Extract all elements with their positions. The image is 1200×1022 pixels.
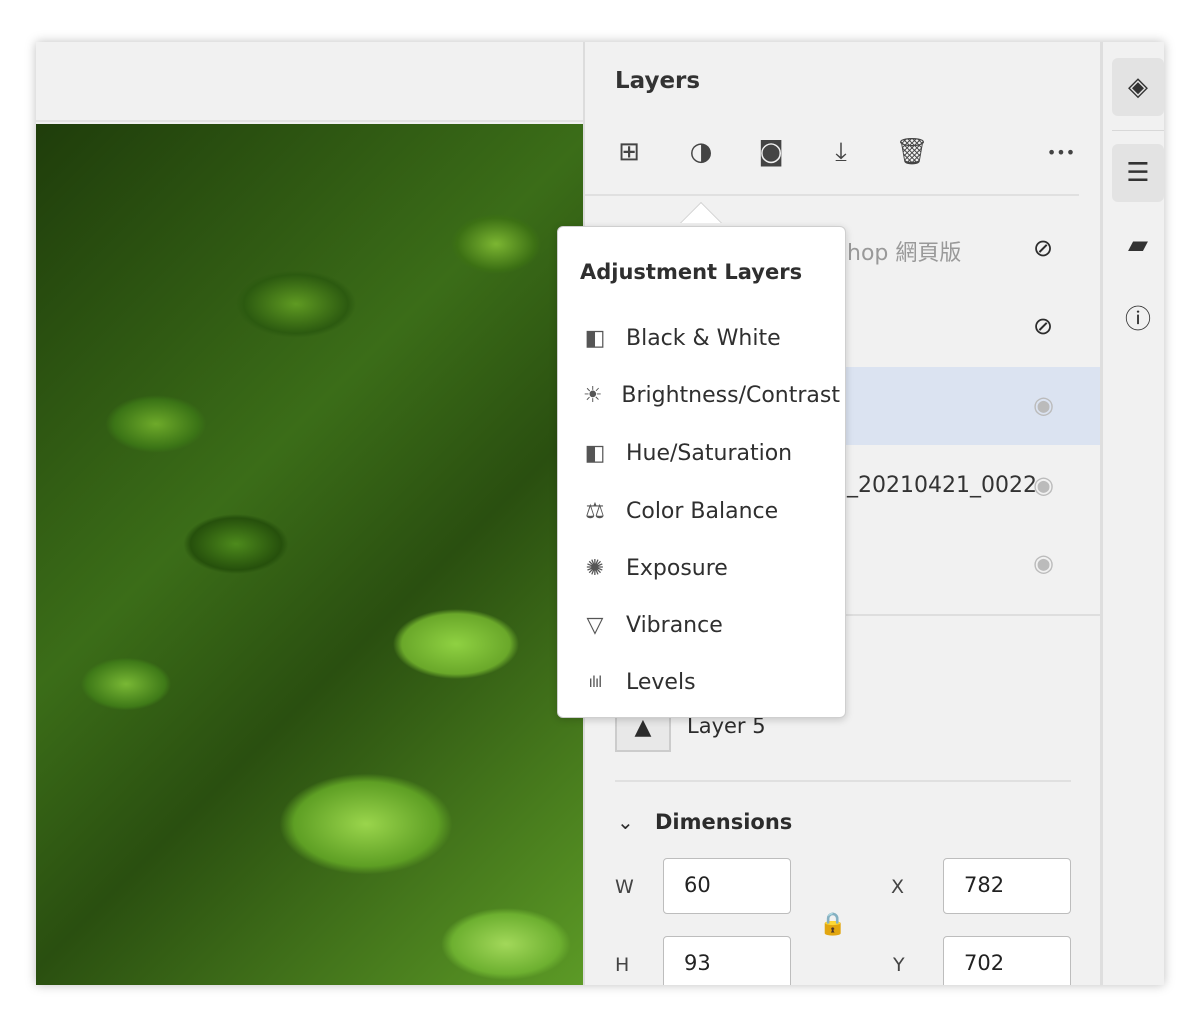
x-input[interactable]: 782	[943, 858, 1071, 914]
menu-item-label: Black & White	[626, 325, 781, 351]
canvas-header	[36, 42, 583, 122]
menu-item-label: Vibrance	[626, 612, 723, 638]
layer-name: _20210421_0022	[847, 473, 1037, 498]
w-label: W	[615, 876, 634, 898]
add-layer-button[interactable]: ⊞	[611, 134, 647, 170]
sliders-icon: ☰	[1126, 158, 1150, 188]
menu-item-color-balance[interactable]: ⚖ Color Balance	[580, 491, 840, 531]
aperture-icon: ✺	[585, 555, 605, 581]
menu-title: Adjustment Layers	[580, 260, 803, 284]
dimensions-title: Dimensions	[655, 810, 793, 834]
eye-hidden-icon[interactable]: ⊘	[1033, 312, 1053, 340]
adjustment-layers-menu: Adjustment Layers ◧ Black & White ☀ Bright…	[557, 226, 846, 718]
divider	[615, 780, 1071, 782]
properties-button[interactable]: ☰	[1112, 144, 1164, 202]
eye-icon[interactable]: ◉	[1033, 549, 1054, 577]
menu-item-hue-saturation[interactable]: ◧ Hue/Saturation	[580, 433, 840, 473]
scales-icon: ⚖	[585, 498, 605, 524]
menu-item-black-white[interactable]: ◧ Black & White	[580, 318, 840, 358]
menu-item-label: Color Balance	[626, 498, 779, 524]
h-label: H	[615, 954, 630, 976]
panel-title: Layers	[615, 68, 701, 94]
lock-aspect-icon[interactable]: 🔒	[819, 912, 846, 937]
chevron-down-icon[interactable]: ⌄	[617, 810, 634, 834]
eye-hidden-icon[interactable]: ⊘	[1033, 234, 1053, 262]
more-icon: •••	[1046, 142, 1076, 162]
mask-button[interactable]: ◙	[753, 134, 789, 170]
clip-button[interactable]: ⤓	[823, 134, 859, 170]
trash-icon: 🗑	[895, 137, 929, 167]
menu-item-vibrance[interactable]: ▽ Vibrance	[580, 605, 840, 645]
histogram-icon: ılıl	[588, 673, 603, 691]
layers-panel-button[interactable]: ◈	[1112, 58, 1164, 116]
menu-item-label: Levels	[626, 669, 696, 695]
add-icon: ⊞	[618, 137, 640, 167]
menu-item-exposure[interactable]: ✺ Exposure	[580, 548, 840, 588]
y-input[interactable]: 702	[943, 936, 1071, 985]
toolbar-divider	[585, 194, 1079, 196]
eye-icon[interactable]: ◉	[1033, 471, 1054, 499]
width-input[interactable]: 60	[663, 858, 791, 914]
delete-button[interactable]: 🗑	[894, 134, 930, 170]
mask-icon: ◙	[758, 137, 784, 167]
black-white-icon: ◧	[584, 325, 606, 351]
menu-item-label: Exposure	[626, 555, 728, 581]
info-icon: ⓘ	[1124, 304, 1151, 335]
comment-icon: ▰	[1128, 230, 1148, 260]
comments-button[interactable]: ▰	[1112, 216, 1164, 274]
clip-icon: ⤓	[835, 136, 847, 167]
adjustment-layer-button[interactable]: ◑	[683, 134, 719, 170]
menu-item-label: Brightness/Contrast	[621, 382, 840, 408]
y-label: Y	[893, 954, 905, 976]
menu-item-label: Hue/Saturation	[626, 440, 793, 466]
info-button[interactable]: ⓘ	[1112, 288, 1164, 346]
canvas-image[interactable]	[36, 124, 583, 985]
menu-item-brightness-contrast[interactable]: ☀ Brightness/Contrast	[580, 375, 840, 415]
x-label: X	[891, 876, 905, 898]
height-input[interactable]: 93	[663, 936, 791, 985]
menu-item-levels[interactable]: ılıl Levels	[580, 662, 840, 702]
eye-icon[interactable]: ◉	[1033, 391, 1054, 419]
hue-saturation-icon: ◧	[584, 440, 606, 466]
layers-icon: ◈	[1128, 72, 1148, 102]
divider	[1112, 130, 1164, 131]
triangle-icon: ▽	[586, 612, 604, 638]
right-sidebar: ◈ ☰ ▰ ⓘ	[1103, 42, 1164, 985]
layer-name: hop 網頁版	[847, 241, 962, 266]
brightness-icon: ☀	[582, 382, 603, 408]
adjustment-icon: ◑	[689, 137, 713, 167]
more-button[interactable]: •••	[1039, 134, 1083, 170]
